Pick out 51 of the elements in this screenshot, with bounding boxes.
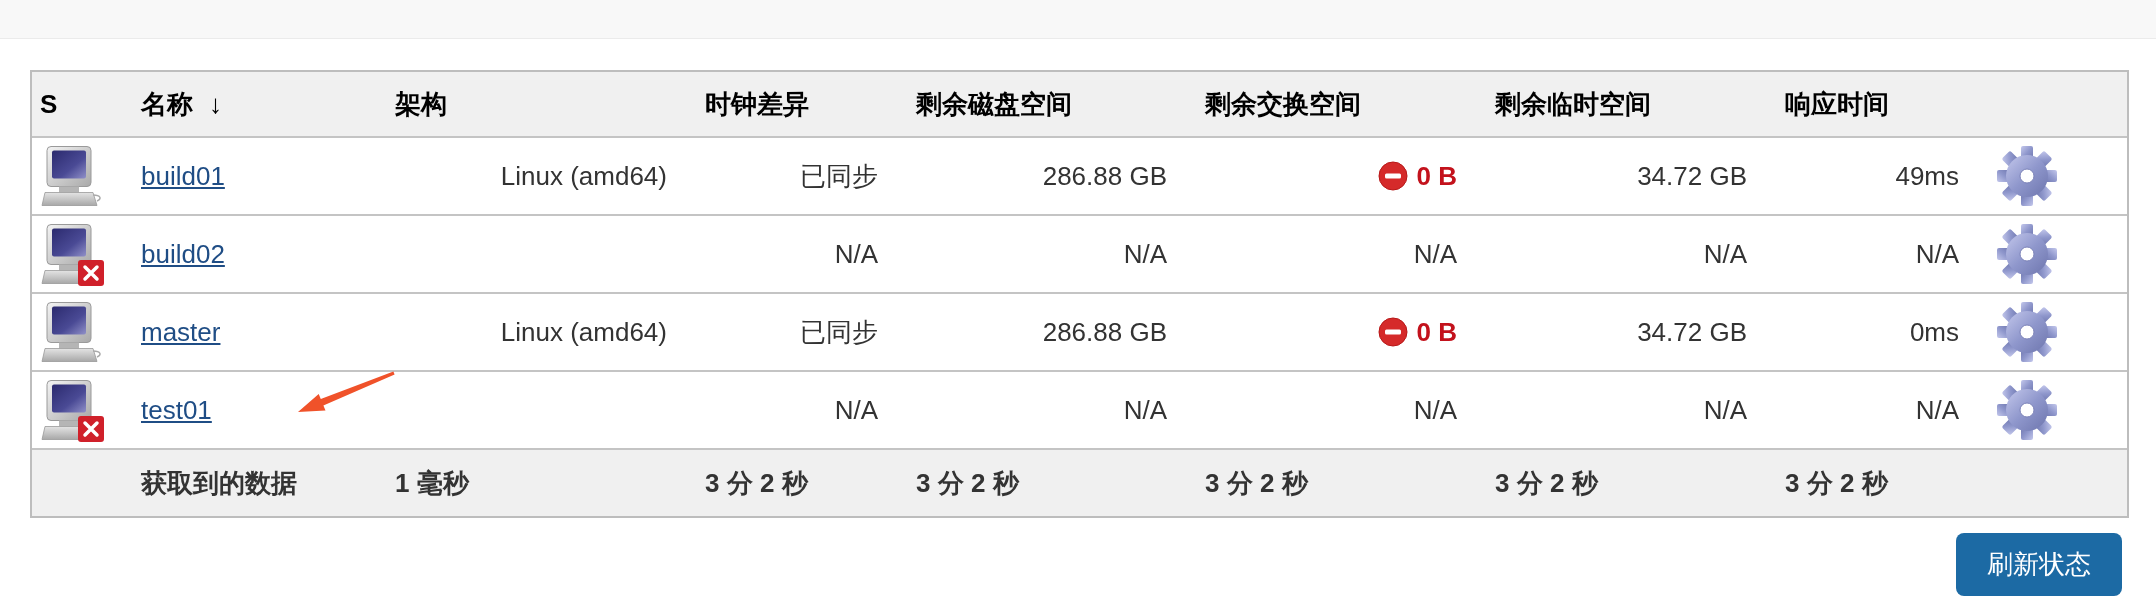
gear-icon[interactable] <box>1996 145 2058 207</box>
fetch-duration: 3 分 2 秒 <box>1205 466 1308 500</box>
column-header[interactable]: 剩余磁盘空间 <box>916 86 1072 122</box>
column-header[interactable]: S <box>40 88 58 120</box>
gear-icon[interactable] <box>1996 223 2058 285</box>
disk-space-value: 286.88 GB <box>1042 316 1167 348</box>
column-header[interactable]: 架构 <box>395 86 447 122</box>
response-time: 49ms <box>1895 160 1959 192</box>
column-header[interactable]: 剩余交换空间 <box>1205 86 1361 122</box>
gear-icon[interactable] <box>1996 379 2058 441</box>
sort-arrow-icon[interactable]: ↓ <box>209 88 222 120</box>
cross-badge-icon <box>78 260 104 286</box>
node-link[interactable]: master <box>141 316 221 348</box>
gear-icon[interactable] <box>1996 301 2058 363</box>
clock-status: 已同步 <box>800 159 878 193</box>
node-link[interactable]: build01 <box>141 160 225 192</box>
fetch-duration: 3 分 2 秒 <box>1785 466 1888 500</box>
refresh-button[interactable]: 刷新状态 <box>1956 533 2122 596</box>
footer-label: 获取到的数据 <box>141 466 297 500</box>
response-time: N/A <box>1915 238 1959 270</box>
architecture-text: Linux (amd64) <box>500 160 667 192</box>
response-time: N/A <box>1915 394 1959 426</box>
minus-circle-icon <box>1377 161 1408 191</box>
swap-space-value: 0 B <box>1416 316 1457 348</box>
clock-status: N/A <box>834 238 878 270</box>
swap-space-value: N/A <box>1413 394 1457 426</box>
temp-space-value: 34.72 GB <box>1637 316 1747 348</box>
column-header[interactable]: 响应时间 <box>1785 86 1889 122</box>
column-header[interactable]: 剩余临时空间 <box>1495 86 1651 122</box>
temp-space-value: 34.72 GB <box>1637 160 1747 192</box>
temp-space-value: N/A <box>1703 238 1747 270</box>
temp-space-value: N/A <box>1703 394 1747 426</box>
cross-badge-icon <box>78 416 104 442</box>
fetch-duration: 3 分 2 秒 <box>1495 466 1598 500</box>
response-time: 0ms <box>1909 316 1959 348</box>
column-header[interactable]: 名称 <box>141 86 193 122</box>
disk-space-value: N/A <box>1123 238 1167 270</box>
node-link[interactable]: test01 <box>141 394 212 426</box>
swap-space-value: N/A <box>1413 238 1457 270</box>
fetch-duration: 1 毫秒 <box>395 466 469 500</box>
clock-status: 已同步 <box>800 315 878 349</box>
clock-status: N/A <box>834 394 878 426</box>
minus-circle-icon <box>1377 317 1408 347</box>
swap-space-value: 0 B <box>1416 160 1457 192</box>
architecture-text: Linux (amd64) <box>500 316 667 348</box>
disk-space-value: N/A <box>1123 394 1167 426</box>
fetch-duration: 3 分 2 秒 <box>705 466 808 500</box>
fetch-duration: 3 分 2 秒 <box>916 466 1019 500</box>
column-header[interactable]: 时钟差异 <box>705 86 809 122</box>
disk-space-value: 286.88 GB <box>1042 160 1167 192</box>
node-link[interactable]: build02 <box>141 238 225 270</box>
